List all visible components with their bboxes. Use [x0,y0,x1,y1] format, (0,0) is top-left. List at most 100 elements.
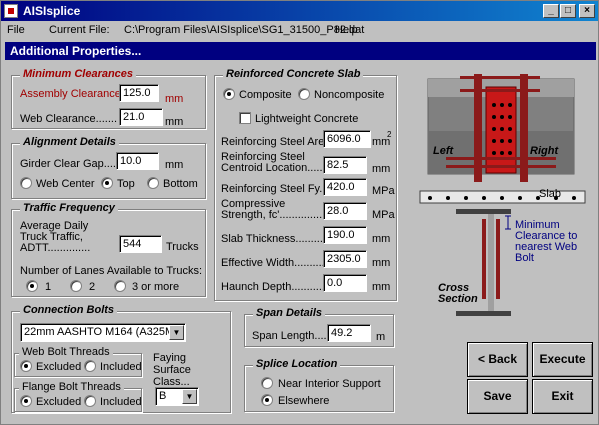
lanes-3-label: 3 or more [132,281,180,293]
assembly-clearance-input[interactable]: 125.0 [119,84,159,102]
menu-file[interactable]: File [7,24,25,36]
diagram-left-label: Left [433,145,454,157]
web-clearance-label: Web Clearance....... [20,113,118,125]
menu-bar: File Current File: C:\Program Files\AISI… [1,21,598,39]
radio-web-excluded[interactable] [20,360,32,372]
lightweight-label: Lightweight Concrete [255,113,359,125]
faying-class-value: B [159,390,167,402]
lanes-2-label: 2 [89,281,96,293]
traffic-group: Traffic Frequency Average Daily Truck Tr… [11,202,206,297]
main-window: AISIsplice _ □ × File Current File: C:\P… [0,0,599,425]
flange-included-label: Included [100,396,142,408]
lightweight-checkbox[interactable] [239,112,251,124]
bolt-type-select[interactable]: 22mm AASHTO M164 (A325M) ▼ [20,323,186,342]
reinf-area-unit-sup: 2 [387,130,392,139]
slab-group: Reinforced Concrete Slab Composite Nonco… [214,68,397,301]
girder-gap-input[interactable]: 10.0 [116,152,159,170]
flange-excluded-label: Excluded [36,396,82,408]
radio-top[interactable] [101,177,113,189]
elsewhere-label: Elsewhere [278,395,330,407]
web-clearance-unit: mm [165,116,184,128]
bolt-type-value: 22mm AASHTO M164 (A325M) [24,326,178,338]
fy-input[interactable]: 420.0 [323,178,367,196]
web-clearance-input[interactable]: 21.0 [119,108,163,126]
diagram-right-label: Right [530,145,559,157]
min-clearances-group: Minimum Clearances Assembly Clearance...… [11,68,206,129]
top-label: Top [117,178,135,190]
save-button[interactable]: Save [467,379,528,414]
haunch-input[interactable]: 0.0 [323,274,367,292]
span-length-input[interactable]: 49.2 [327,324,371,342]
fc-label-2: Strength, fc'................... [221,209,338,221]
maximize-button[interactable]: □ [560,4,576,18]
thickness-unit: mm [372,233,391,245]
faying-class-select[interactable]: B ▼ [155,387,199,406]
radio-flange-excluded[interactable] [20,395,32,407]
chevron-down-icon[interactable]: ▼ [169,325,184,340]
execute-button[interactable]: Execute [532,342,593,377]
radio-web-included[interactable] [84,360,96,372]
centroid-input[interactable]: 82.5 [323,156,367,174]
near-support-label: Near Interior Support [278,378,381,390]
span-length-label: Span Length..... [252,330,330,342]
cross-section-label-2: Section [438,293,478,305]
lanes-label: Number of Lanes Available to Trucks: [20,265,203,277]
centroid-label-2: Centroid Location.......... [221,162,338,174]
thickness-input[interactable]: 190.0 [323,226,367,244]
chevron-down-icon[interactable]: ▼ [182,389,197,404]
radio-lanes-3[interactable] [114,280,126,292]
span-length-unit: m [376,331,386,343]
traffic-title: Traffic Frequency [20,202,118,214]
haunch-unit: mm [372,281,391,293]
radio-noncomposite[interactable] [298,88,310,100]
girder-gap-unit: mm [165,159,184,171]
span-title: Span Details [253,307,326,319]
fc-unit: MPa [372,209,395,221]
thickness-label: Slab Thickness............. [221,233,336,245]
width-unit: mm [372,257,391,269]
assembly-clearance-unit: mm [165,93,184,105]
web-threads-group: Web Bolt Threads Excluded Included [14,346,142,377]
adtt-label-3: ADTT.............. [20,242,91,254]
bolts-group: Connection Bolts 22mm AASHTO M164 (A325M… [11,304,231,413]
radio-bottom[interactable] [147,177,159,189]
radio-lanes-1[interactable] [26,280,38,292]
radio-composite[interactable] [223,88,235,100]
radio-lanes-2[interactable] [70,280,82,292]
adtt-input[interactable]: 544 [119,235,162,253]
flange-threads-title: Flange Bolt Threads [19,381,124,393]
flange-threads-group: Flange Bolt Threads Excluded Included [14,381,142,412]
centroid-unit: mm [372,163,391,175]
web-threads-title: Web Bolt Threads [19,346,113,358]
min-clearances-title: Minimum Clearances [20,68,137,80]
reinf-area-input[interactable]: 6096.0 [323,130,371,148]
diagram-slab-label: Slab [539,188,562,200]
exit-button[interactable]: Exit [532,379,593,414]
title-bar[interactable]: AISIsplice _ □ × [1,1,598,21]
radio-web-center[interactable] [20,177,32,189]
splice-group: Splice Location Near Interior Support El… [244,358,394,412]
window-title: AISIsplice [23,4,81,18]
noncomposite-label: Noncomposite [314,89,385,101]
web-excluded-label: Excluded [36,361,82,373]
alignment-group: Alignment Details Girder Clear Gap......… [11,136,206,199]
reinf-area-label: Reinforcing Steel Area.. [221,136,337,148]
fc-input[interactable]: 28.0 [323,202,367,220]
minimize-button[interactable]: _ [543,4,559,18]
close-button[interactable]: × [579,4,595,18]
current-file-path: C:\Program Files\AISIsplice\SG1_31500_P8… [124,24,365,36]
web-center-label: Web Center [36,178,95,190]
adtt-unit: Trucks [166,241,199,253]
width-input[interactable]: 2305.0 [323,250,367,268]
fy-unit: MPa [372,185,395,197]
alignment-title: Alignment Details [20,136,119,148]
menu-help[interactable]: Help [335,24,358,36]
radio-near-support[interactable] [261,377,273,389]
bolts-title: Connection Bolts [20,304,118,316]
assembly-clearance-label: Assembly Clearance... [20,88,131,100]
faying-label-1: Faying [153,352,187,364]
back-button[interactable]: < Back [467,342,528,377]
radio-flange-included[interactable] [84,395,96,407]
haunch-label: Haunch Depth............... [221,281,338,293]
radio-elsewhere[interactable] [261,394,273,406]
